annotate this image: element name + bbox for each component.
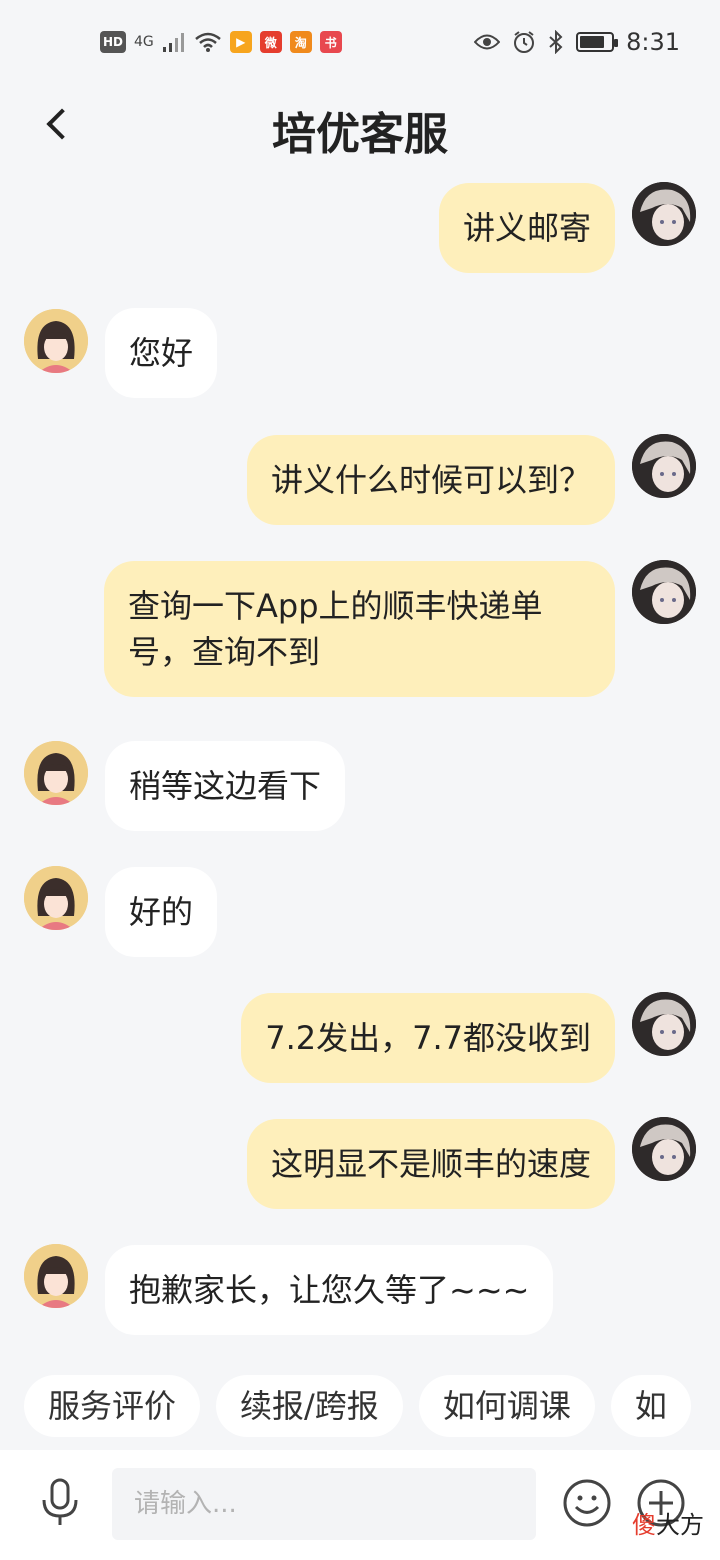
chat-bubble-user: 查询一下App上的顺丰快递单号，查询不到 [104,561,615,697]
user-avatar [632,182,696,246]
chat-bubble-user: 这明显不是顺丰的速度 [246,1119,615,1209]
chat-bubble-user: 讲义什么时候可以到？ [246,435,615,525]
battery-icon [576,32,619,52]
chat-bubble-agent: 抱歉家长，让您久等了~~~ [105,1245,554,1335]
watermark-text: 大方 [656,1511,704,1539]
network-type: 4G [134,34,154,50]
smiley-icon [563,1479,611,1527]
chat-bubble-agent: 稍等这边看下 [105,741,346,831]
chat-bubble-agent: 您好 [105,308,218,398]
chat-bubble-user: 讲义邮寄 [438,183,615,273]
wifi-icon [194,32,221,52]
weibo-app-icon: 微 [259,31,282,53]
agent-avatar [24,741,88,805]
clock: 8:31 [626,28,680,56]
agent-avatar [24,309,88,373]
emoji-button[interactable] [562,1478,612,1528]
hd-badge: HD [100,31,127,53]
bluetooth-icon [549,30,563,54]
quick-reply-row: 服务评价 续报/跨报 如何调课 如 [24,1375,720,1437]
watermark: 傻大方 [632,1505,704,1540]
status-bar: HD 4G ▶ 微 淘 书 8:31 [0,0,720,84]
page-title: 培优客服 [272,109,448,160]
user-avatar [632,434,696,498]
voice-button[interactable] [40,1478,80,1528]
quick-reply-service-rating[interactable]: 服务评价 [24,1375,201,1437]
message-input[interactable] [112,1468,536,1540]
chat-bubble-user: 7.2发出，7.7都没收到 [241,993,615,1083]
book-app-icon: 书 [319,31,342,53]
agent-avatar [24,1244,88,1308]
taobao-app-icon: 淘 [289,31,312,53]
input-bar [0,1450,720,1560]
quick-reply-change-class[interactable]: 如何调课 [418,1375,595,1437]
watermark-char: 傻 [632,1511,656,1539]
alarm-icon [514,31,535,53]
user-avatar [632,1117,696,1181]
microphone-icon [42,1478,78,1525]
user-avatar [632,560,696,624]
video-app-icon: ▶ [229,31,252,53]
chat-bubble-agent: 好的 [105,867,218,957]
quick-reply-more[interactable]: 如 [610,1375,691,1437]
eye-icon [474,34,501,50]
agent-avatar [24,866,88,930]
user-avatar [632,992,696,1056]
header: 培优客服 [0,84,720,170]
quick-reply-renew[interactable]: 续报/跨报 [216,1375,403,1437]
signal-icon [162,33,184,52]
